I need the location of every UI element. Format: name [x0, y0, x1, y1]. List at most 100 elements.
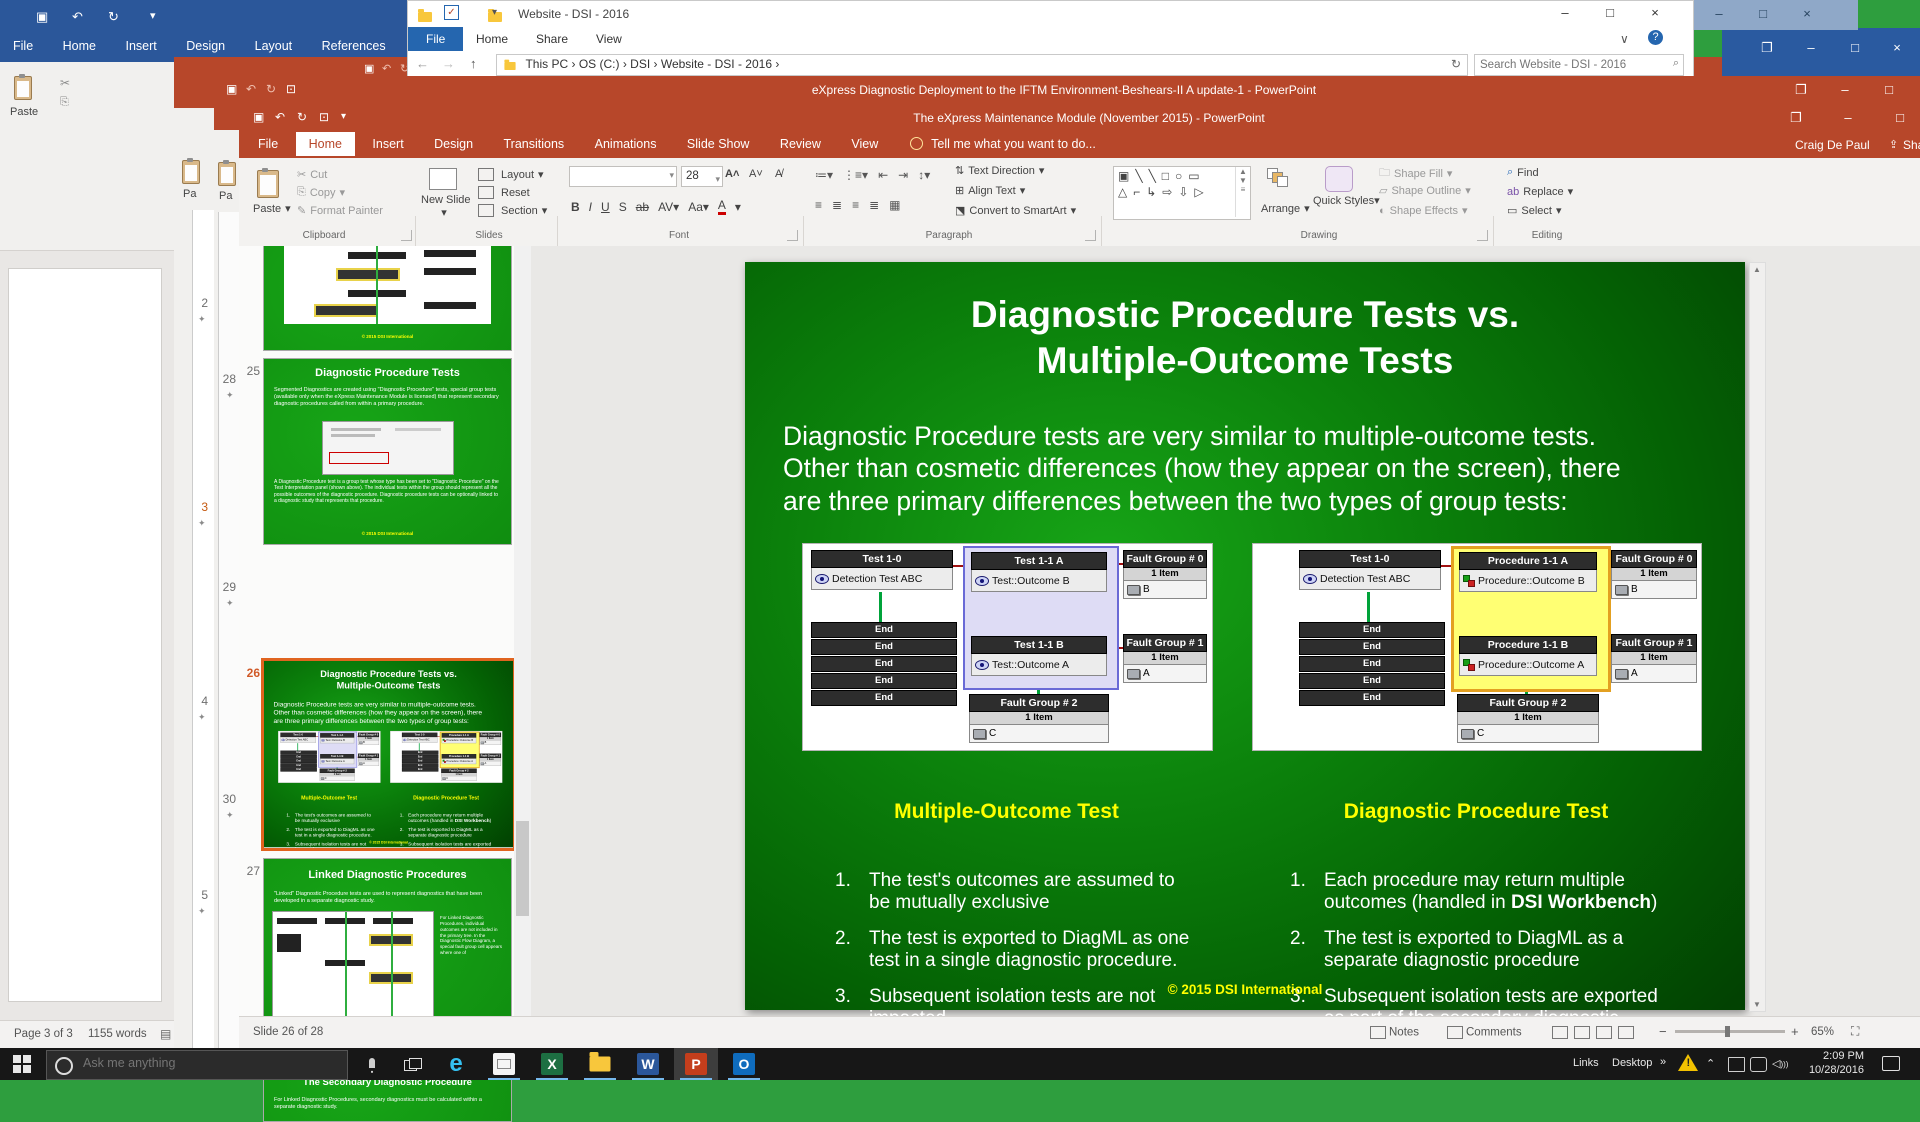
- ppt-tab-slideshow[interactable]: Slide Show: [674, 132, 763, 156]
- shrink-font-icon[interactable]: A˅: [749, 168, 763, 180]
- shapes-scroll[interactable]: ▲▼≡: [1235, 167, 1250, 217]
- italic-button[interactable]: I: [589, 200, 592, 214]
- cortana-search-box[interactable]: [46, 1050, 348, 1080]
- maximize-icon[interactable]: □: [1593, 5, 1627, 20]
- word-word-count[interactable]: 1155 words: [88, 1028, 147, 1040]
- font-color-button[interactable]: A: [718, 198, 726, 215]
- close-icon[interactable]: ×: [1790, 6, 1824, 21]
- restore-icon[interactable]: ❐: [1750, 40, 1784, 56]
- change-case-button[interactable]: Aa▾: [688, 200, 709, 214]
- paste-icon[interactable]: [257, 170, 279, 198]
- align-left-button[interactable]: ≡: [815, 198, 822, 212]
- find-button[interactable]: ⌕Find: [1507, 166, 1539, 179]
- save-icon[interactable]: ▣: [36, 9, 48, 25]
- explorer-menu-file[interactable]: File: [408, 27, 463, 51]
- slideshow-icon[interactable]: ⊡: [319, 110, 329, 124]
- close-icon[interactable]: ×: [1880, 40, 1914, 55]
- taskbar-search-input[interactable]: [81, 1055, 325, 1071]
- minimize-icon[interactable]: –: [1831, 110, 1865, 125]
- task-view-button[interactable]: [390, 1048, 434, 1080]
- proofing-icon[interactable]: ▤: [160, 1027, 171, 1041]
- ppt-back-titlebar[interactable]: ▣ ↶ ↻ ⊡ eXpress Diagnostic Deployment to…: [214, 76, 1920, 104]
- clipboard-dialog-launcher-icon[interactable]: [401, 230, 412, 241]
- save-icon[interactable]: ▣: [253, 110, 264, 124]
- ppt-tab-transitions[interactable]: Transitions: [491, 132, 578, 156]
- maximize-icon[interactable]: □: [1883, 110, 1917, 125]
- explorer-menu-view[interactable]: View: [596, 32, 622, 46]
- redo-icon[interactable]: ↻: [108, 9, 119, 25]
- word-tab-insert[interactable]: Insert: [112, 34, 169, 58]
- shape-fill-button[interactable]: 🗀Shape Fill▾: [1379, 164, 1452, 183]
- ppt-tab-animations[interactable]: Animations: [582, 132, 670, 156]
- paste-icon[interactable]: [14, 76, 32, 100]
- taskbar-explorer-button[interactable]: [578, 1048, 622, 1080]
- display-icon[interactable]: [1728, 1057, 1745, 1072]
- zoom-out-button[interactable]: −: [1659, 1024, 1667, 1039]
- zoom-level[interactable]: 65%: [1811, 1026, 1834, 1038]
- word-paste-button[interactable]: Paste: [10, 106, 38, 118]
- clear-formatting-icon[interactable]: A̸: [775, 168, 782, 180]
- section-button[interactable]: Section▾: [475, 204, 547, 217]
- paragraph-dialog-launcher-icon[interactable]: [1085, 230, 1096, 241]
- layout-button[interactable]: Layout▾: [475, 168, 544, 181]
- align-center-button[interactable]: ≣: [832, 198, 842, 212]
- breadcrumb[interactable]: This PC › OS (C:) › DSI › Website - DSI …: [525, 57, 779, 71]
- paste-button[interactable]: Paste▾: [253, 202, 291, 215]
- thumbnail-scrollbar[interactable]: [514, 246, 531, 1016]
- word-tab-file[interactable]: File: [0, 34, 46, 58]
- scrollbar-thumb[interactable]: [516, 821, 529, 916]
- thumbnail-slide-26[interactable]: Diagnostic Procedure Tests vs.Multiple-O…: [261, 658, 516, 851]
- word-tab-layout[interactable]: Layout: [242, 34, 306, 58]
- thumb-number[interactable]: 29: [216, 580, 236, 594]
- word-tab-references[interactable]: References: [309, 34, 399, 58]
- decrease-indent-button[interactable]: ⇤: [878, 168, 888, 182]
- cut-icon[interactable]: ✂: [60, 76, 70, 90]
- maximize-icon[interactable]: □: [1746, 6, 1780, 21]
- thumb-number-selected[interactable]: 3: [188, 500, 208, 514]
- action-center-icon[interactable]: [1882, 1056, 1900, 1071]
- shapes-gallery[interactable]: ▣╲╲□○▭ △⌐↳⇨⇩▷ ▲▼≡: [1113, 166, 1251, 220]
- back-icon[interactable]: ←: [416, 56, 429, 71]
- explorer-titlebar[interactable]: ✓ ▾ Website - DSI - 2016 – □ ×: [408, 1, 1693, 27]
- ppt-tab-home[interactable]: Home: [296, 132, 355, 156]
- word-tab-home[interactable]: Home: [50, 34, 109, 58]
- thumb-number[interactable]: 4: [188, 694, 208, 708]
- view-buttons[interactable]: [1549, 1026, 1637, 1039]
- smartart-button[interactable]: ⬔Convert to SmartArt▾: [955, 204, 1076, 217]
- arrange-button[interactable]: Arrange▾: [1261, 202, 1310, 215]
- ppt-tab-file[interactable]: File: [245, 132, 291, 156]
- numbering-button[interactable]: ⋮≡▾: [843, 168, 868, 182]
- microphone-button[interactable]: [350, 1048, 394, 1080]
- fit-slide-button[interactable]: ⛶: [1851, 1024, 1859, 1039]
- taskbar-excel-button[interactable]: X: [530, 1048, 574, 1080]
- ppt-tab-insert[interactable]: Insert: [359, 132, 416, 156]
- drawing-dialog-launcher-icon[interactable]: [1477, 230, 1488, 241]
- explorer-menu-share[interactable]: Share: [536, 32, 568, 46]
- font-name-box[interactable]: ▾: [569, 166, 677, 187]
- minimize-icon[interactable]: –: [1702, 6, 1736, 21]
- thumbnail-slide-24[interactable]: © 2015 DSI International: [263, 246, 512, 351]
- forward-icon[interactable]: →: [442, 56, 455, 71]
- word-document-page[interactable]: [8, 268, 162, 1002]
- properties-check-icon[interactable]: ✓: [444, 5, 459, 20]
- shapes-row-1[interactable]: ▣╲╲□○▭: [1114, 167, 1250, 185]
- minimize-icon[interactable]: –: [1828, 82, 1862, 97]
- up-icon[interactable]: ↑: [470, 56, 477, 71]
- taskbar-outlook-button[interactable]: O: [722, 1048, 766, 1080]
- ppt-tab-review[interactable]: Review: [767, 132, 834, 156]
- thumb-number[interactable]: 30: [216, 792, 236, 806]
- columns-button[interactable]: ▦: [889, 198, 900, 212]
- volume-icon[interactable]: ◁))): [1772, 1057, 1788, 1070]
- zoom-slider[interactable]: [1675, 1030, 1785, 1033]
- qat-more-icon[interactable]: ▾: [341, 111, 346, 122]
- font-size-box[interactable]: 28▾: [681, 166, 723, 187]
- clock[interactable]: 2:09 PM 10/28/2016: [1800, 1050, 1864, 1078]
- toolbar-chevron-icon[interactable]: »: [1660, 1056, 1666, 1068]
- ppt-tab-view[interactable]: View: [838, 132, 891, 156]
- background-window2-titlebar[interactable]: – □ ×: [1692, 0, 1858, 30]
- copy-button[interactable]: ⎘Copy▾: [297, 186, 345, 199]
- qat-more-icon[interactable]: ▾: [492, 7, 497, 18]
- background-window-titlebar[interactable]: ❐ – □ ×: [1722, 28, 1920, 78]
- plug-icon[interactable]: [1750, 1057, 1767, 1072]
- thumb-number[interactable]: 28: [216, 372, 236, 386]
